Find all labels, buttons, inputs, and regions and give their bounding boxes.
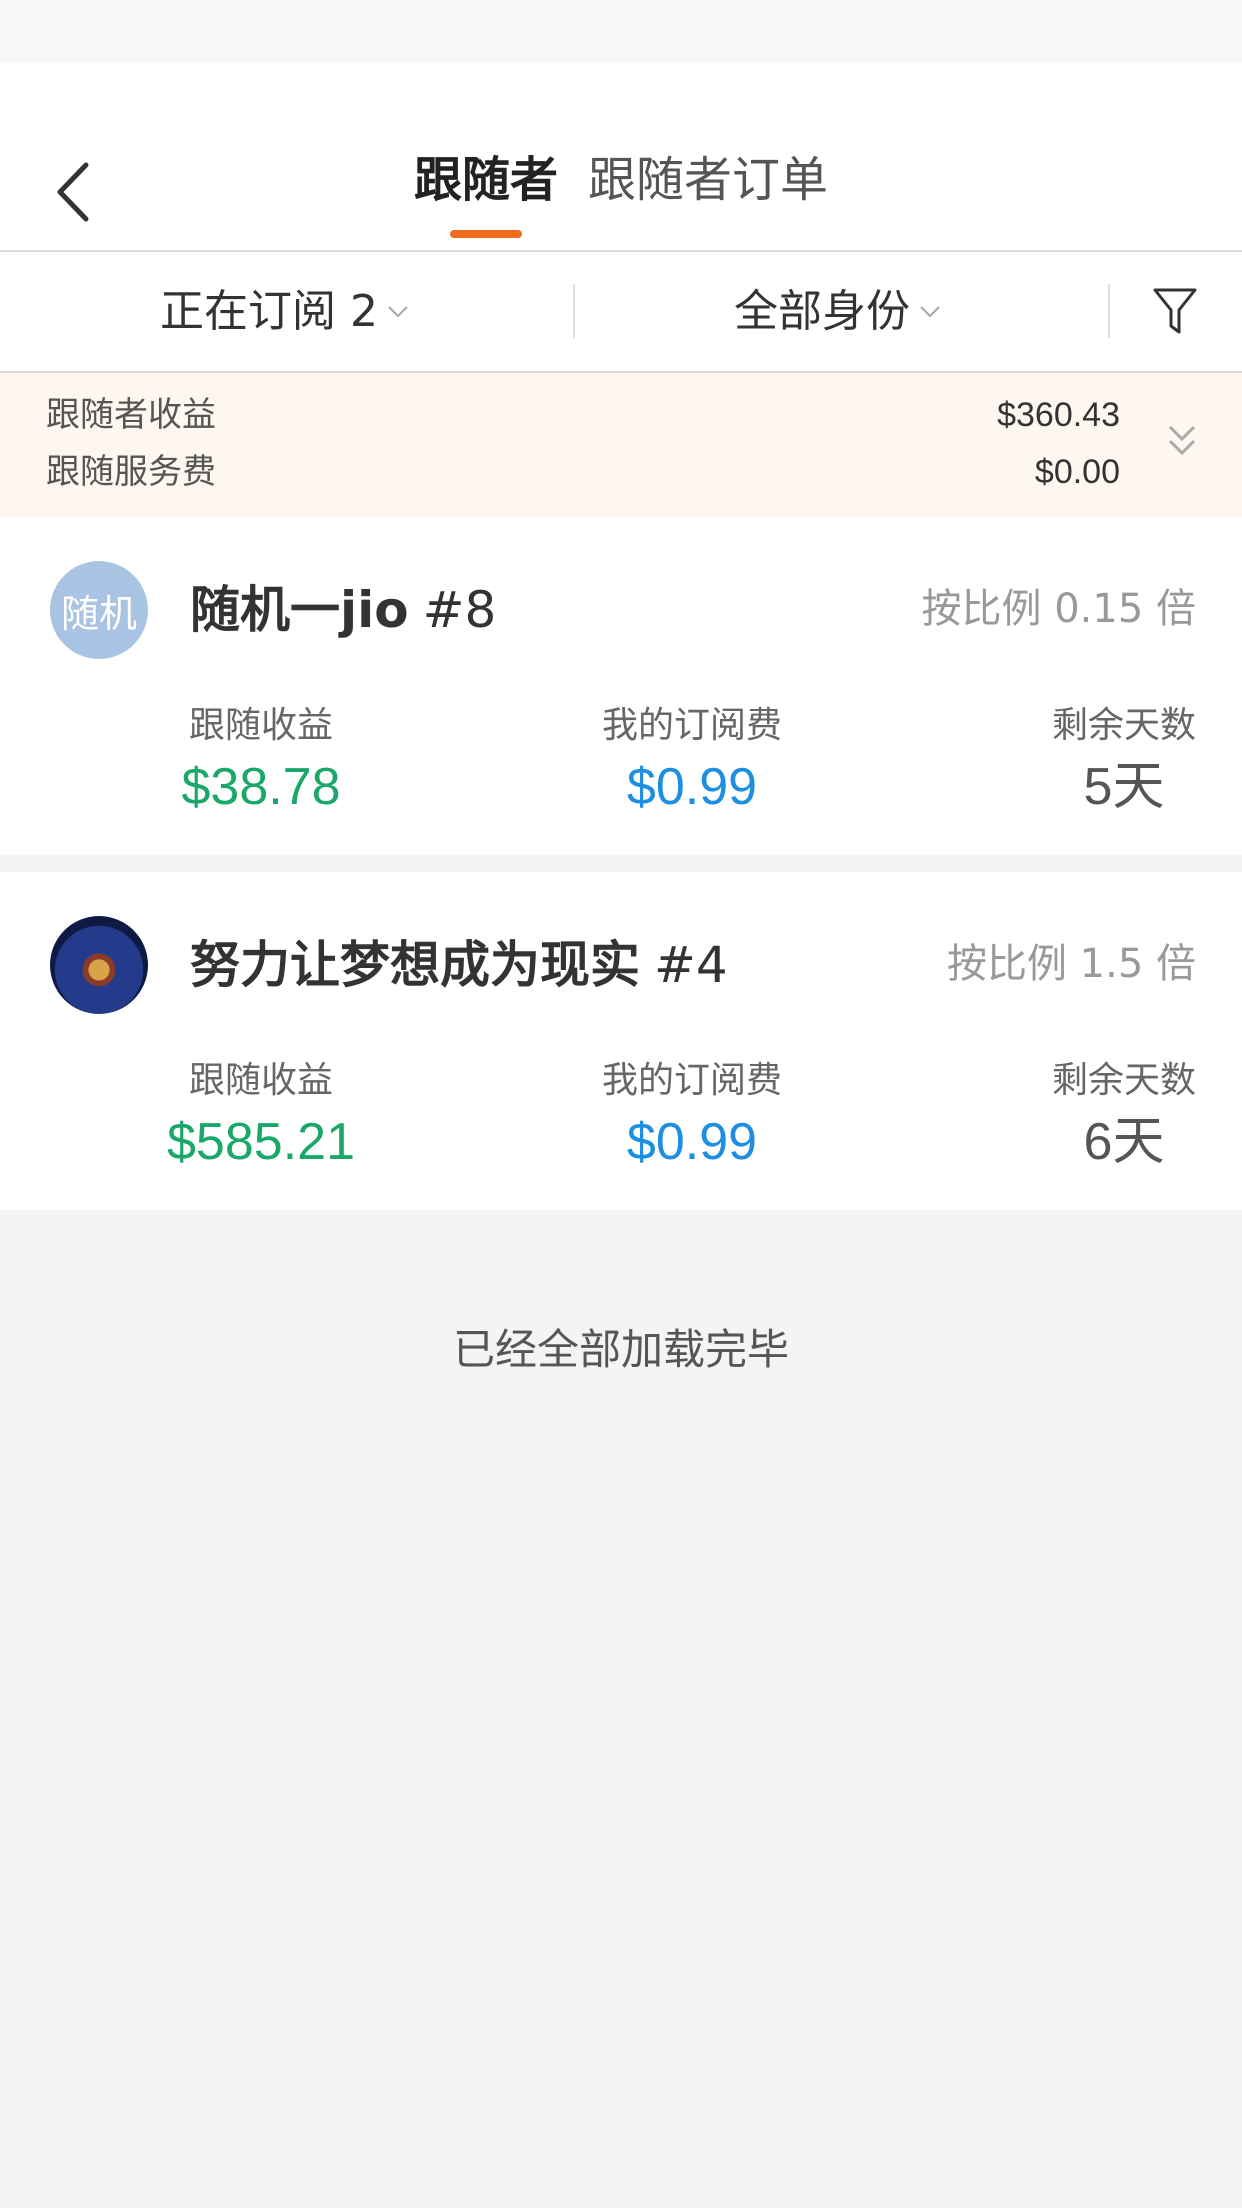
service-fee-label: 跟随服务费 — [46, 452, 216, 492]
fee-label: 我的订阅费 — [601, 1060, 783, 1101]
fee-value: $0.99 — [626, 1113, 758, 1171]
avatar: 随机 — [50, 561, 148, 659]
tab-followers[interactable]: 跟随者 — [414, 148, 558, 212]
tab-follower-orders[interactable]: 跟随者订单 — [588, 148, 828, 212]
follower-name: 随机一jio #8 — [190, 577, 496, 643]
follower-card[interactable]: 努力让梦想成为现实 #4 按比例 1.5 倍 跟随收益 $585.21 我的订阅费… — [0, 872, 1242, 1210]
top-navigation: 跟随者 跟随者订单 — [0, 62, 1242, 252]
follower-rank: #4 — [654, 936, 728, 994]
divider — [573, 284, 575, 338]
subscribing-filter-label: 正在订阅 2 — [160, 286, 378, 337]
days-label: 剩余天数 — [1051, 705, 1197, 746]
follow-ratio: 按比例 1.5 倍 — [946, 941, 1196, 987]
follower-income-value: $360.43 — [997, 396, 1120, 434]
service-fee-value: $0.00 — [1034, 453, 1120, 491]
income-value: $585.21 — [167, 1113, 355, 1171]
days-value: 5天 — [1083, 758, 1165, 816]
follower-name-text: 努力让梦想成为现实 — [190, 936, 640, 994]
follow-ratio: 按比例 0.15 倍 — [921, 586, 1197, 632]
back-icon[interactable] — [50, 157, 100, 227]
income-value: $38.78 — [181, 758, 341, 816]
fee-value: $0.99 — [626, 758, 758, 816]
chevron-down-icon — [920, 306, 940, 318]
earnings-summary[interactable]: 跟随者收益 $360.43 跟随服务费 $0.00 — [0, 373, 1242, 517]
follower-name-text: 随机一jio — [190, 581, 409, 639]
chevron-down-icon — [388, 306, 408, 318]
double-chevron-down-icon[interactable] — [1166, 421, 1198, 461]
avatar — [50, 916, 148, 1014]
divider — [1108, 284, 1110, 338]
follower-card[interactable]: 随机 随机一jio #8 按比例 0.15 倍 跟随收益 $38.78 我的订阅费… — [0, 517, 1242, 855]
income-label: 跟随收益 — [188, 1060, 334, 1101]
follower-rank: #8 — [422, 581, 497, 639]
active-tab-indicator — [450, 230, 522, 238]
funnel-icon[interactable] — [1152, 286, 1198, 336]
follower-name: 努力让梦想成为现实 #4 — [190, 932, 728, 998]
subscribing-filter[interactable]: 正在订阅 2 — [160, 282, 410, 342]
identity-filter[interactable]: 全部身份 — [734, 282, 942, 342]
days-label: 剩余天数 — [1051, 1060, 1197, 1101]
days-value: 6天 — [1083, 1113, 1165, 1171]
follower-income-label: 跟随者收益 — [46, 395, 216, 435]
status-bar-area — [0, 0, 1242, 62]
fee-label: 我的订阅费 — [601, 705, 783, 746]
identity-filter-label: 全部身份 — [734, 286, 910, 337]
filter-bar: 正在订阅 2 全部身份 — [0, 252, 1242, 373]
income-label: 跟随收益 — [188, 705, 334, 746]
end-of-list-text: 已经全部加载完毕 — [452, 1325, 789, 1374]
